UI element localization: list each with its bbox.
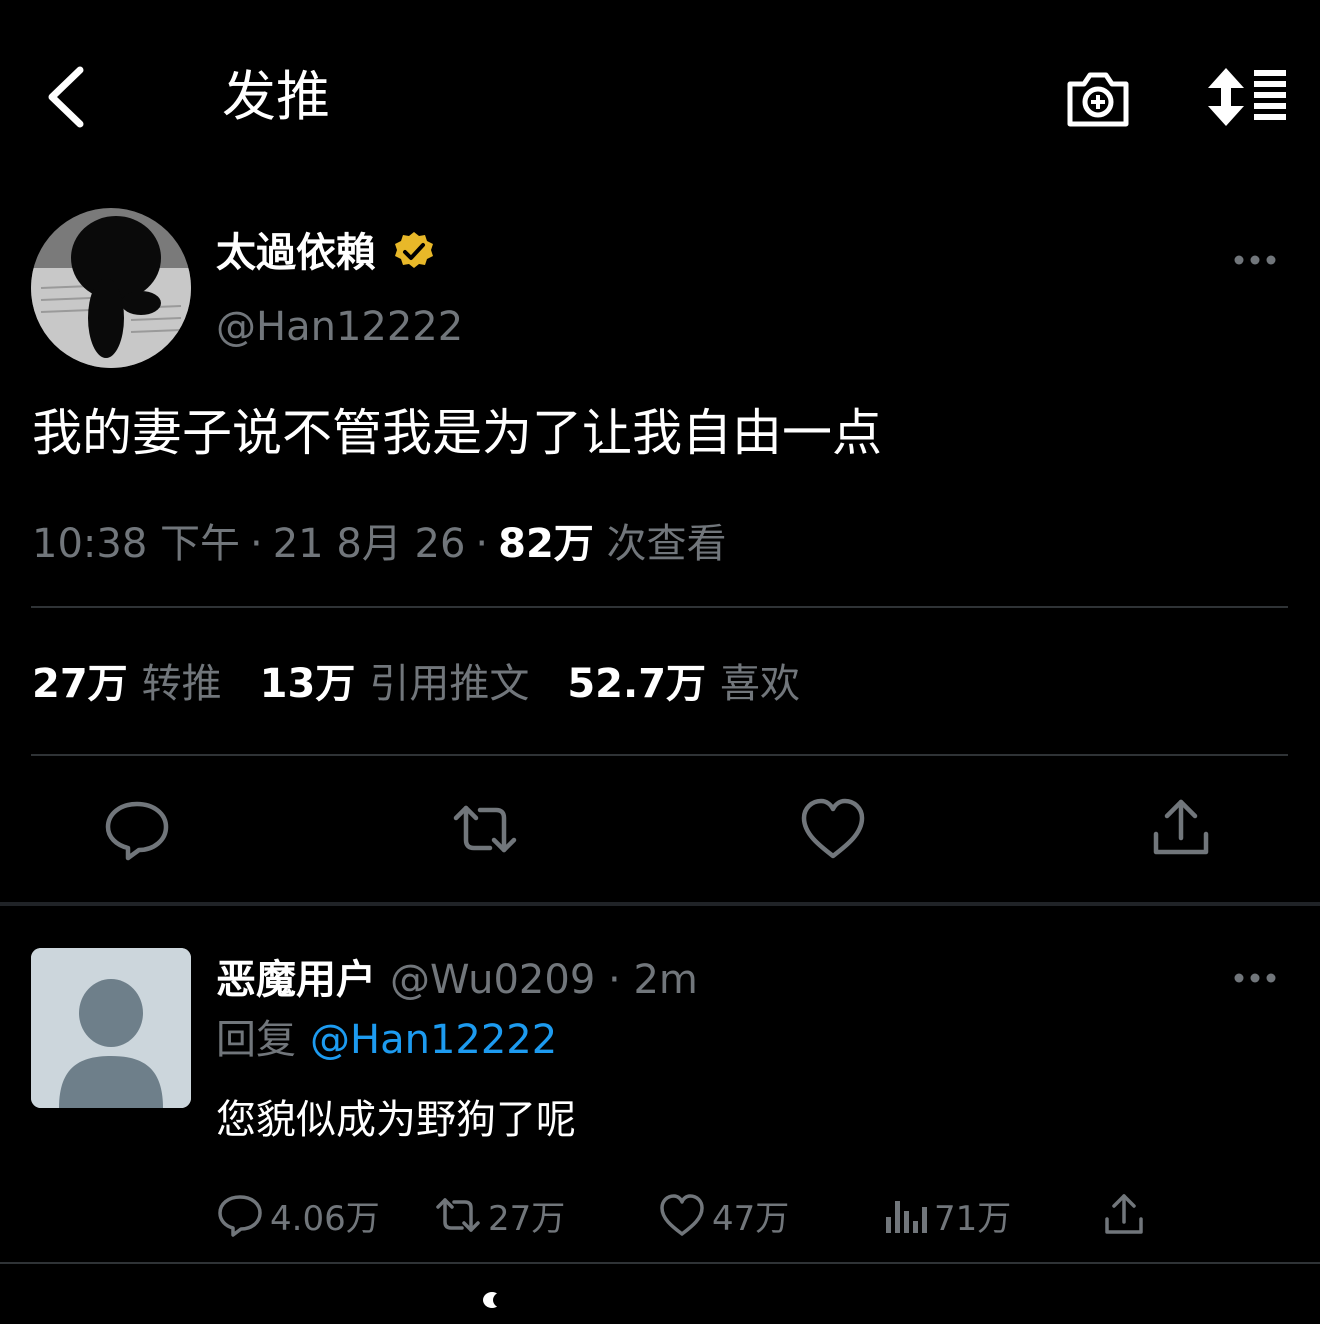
reply-header: 恶魔用户 @Wu0209 · 2m — [216, 957, 698, 1003]
likes-stat[interactable]: 52.7万 喜欢 — [567, 661, 838, 707]
reply-like-button[interactable]: 47万 — [658, 1190, 789, 1240]
reply-to-label: 回复 — [216, 1017, 296, 1063]
reply-avatar[interactable] — [31, 948, 191, 1108]
more-options-icon[interactable] — [1232, 248, 1278, 272]
reply-icon[interactable] — [102, 794, 172, 864]
meta-separator: · — [475, 521, 489, 567]
like-icon — [660, 1194, 704, 1236]
section-divider — [0, 902, 1320, 906]
share-icon[interactable] — [1146, 794, 1216, 864]
quotes-stat[interactable]: 13万 引用推文 — [260, 661, 568, 707]
tweet-text: 我的妻子说不管我是为了让我自由一点 — [32, 404, 882, 462]
reply-views-button[interactable]: 71万 — [880, 1190, 1011, 1240]
share-icon — [1105, 1194, 1143, 1234]
reply-author-name[interactable]: 恶魔用户 — [216, 957, 376, 1003]
reply-replies-count: 4.06万 — [270, 1198, 380, 1239]
watermark-mark — [480, 1290, 520, 1310]
divider — [31, 754, 1288, 756]
reply-views-count: 71万 — [934, 1198, 1012, 1239]
reply-to-user-link[interactable]: @Han12222 — [310, 1017, 557, 1063]
retweets-stat[interactable]: 27万 转推 — [32, 661, 260, 707]
meta-separator: · — [250, 521, 263, 567]
views-label: 次查看 — [606, 521, 727, 567]
divider — [31, 606, 1288, 608]
verified-badge-icon — [392, 230, 436, 274]
replying-to: 回复 @Han12222 — [216, 1012, 557, 1068]
reply-more-options-icon[interactable] — [1232, 966, 1278, 990]
reply-retweets-count: 27万 — [488, 1198, 566, 1239]
reply-share-button[interactable] — [1100, 1190, 1154, 1240]
views-count: 82万 — [498, 521, 594, 567]
reply-text: 您貌似成为野狗了呢 — [216, 1097, 576, 1143]
sort-icon[interactable] — [1206, 66, 1288, 128]
author-handle[interactable]: @Han12222 — [216, 300, 463, 354]
divider — [0, 1262, 1320, 1264]
reply-author-handle[interactable]: @Wu0209 — [390, 957, 595, 1003]
tweet-date: 21 8月 26 — [272, 521, 466, 567]
like-icon[interactable] — [798, 794, 868, 864]
reply-time: 2m — [633, 957, 698, 1003]
author-avatar[interactable] — [31, 208, 191, 368]
page-title: 发推 — [222, 65, 330, 128]
retweet-icon[interactable] — [450, 794, 520, 864]
analytics-icon — [886, 1201, 927, 1233]
reply-likes-count: 47万 — [712, 1198, 790, 1239]
reply-reply-button[interactable]: 4.06万 — [216, 1190, 380, 1240]
tweet-time: 10:38 下午 — [32, 521, 240, 567]
back-icon[interactable] — [40, 62, 100, 132]
tweet-stats: 27万 转推 13万 引用推文 52.7万 喜欢 — [32, 656, 838, 712]
reply-icon — [218, 1195, 262, 1237]
retweet-icon — [436, 1198, 480, 1232]
reply-retweet-button[interactable]: 27万 — [434, 1190, 565, 1240]
author-name[interactable]: 太過依賴 — [216, 226, 376, 280]
tweet-meta: 10:38 下午 · 21 8月 26 · 82万 次查看 — [32, 516, 727, 572]
camera-add-icon[interactable] — [1064, 64, 1132, 132]
